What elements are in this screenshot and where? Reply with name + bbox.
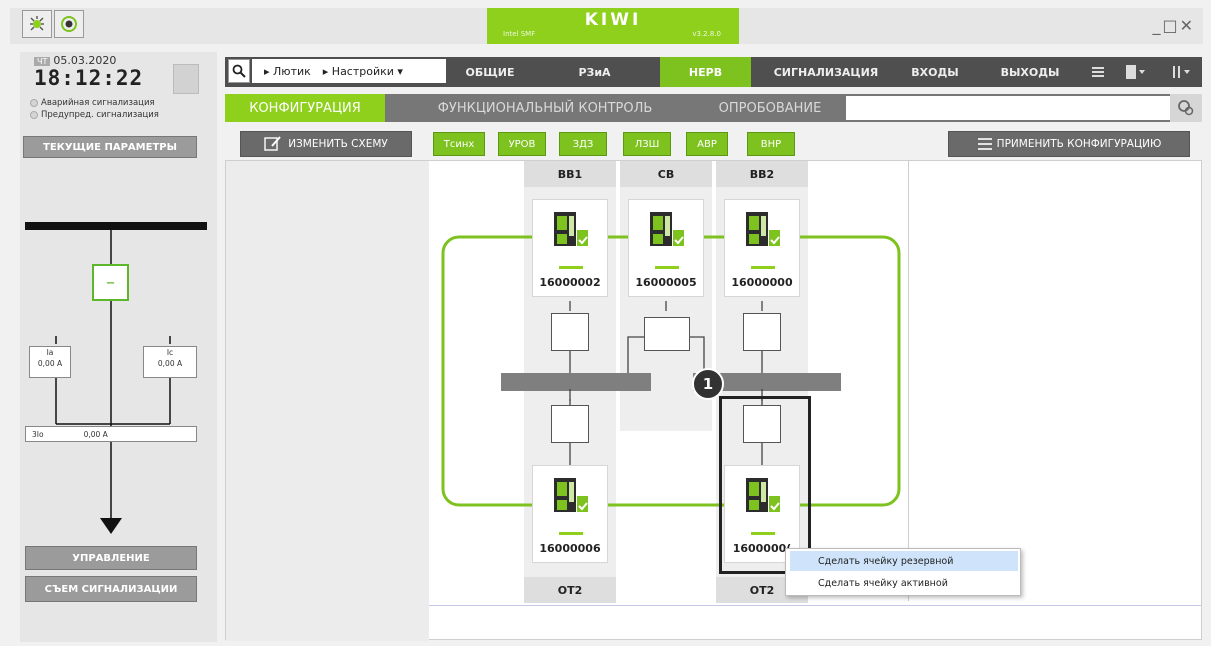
scheme-divider (908, 161, 909, 601)
measure-ia-value: 0,00 A (37, 359, 63, 368)
app-logo: KIWI Intel SMF v3.2.8.0 (487, 8, 739, 44)
func-avr-button[interactable]: АВР (686, 132, 728, 156)
measure-3io-value: 0,00 A (83, 429, 108, 439)
breadcrumb-item-settings[interactable]: ▸ Настройки ▾ (323, 65, 403, 78)
column-vv1-footer: ОТ2 (524, 577, 616, 603)
func-tsinh-button[interactable]: Тсинх (433, 132, 485, 156)
breadcrumb-item-device[interactable]: ▸ Лютик (264, 65, 311, 78)
context-menu: Сделать ячейку резервной Сделать ячейку … (785, 548, 1021, 596)
tab-nerv[interactable]: НЕРВ (660, 57, 751, 87)
apply-config-button[interactable]: ПРИМЕНИТЬ КОНФИГУРАЦИЮ (948, 131, 1190, 157)
alarm-emergency-label: Аварийная сигнализация (41, 98, 155, 108)
reset-alarm-button[interactable]: СЪЕМ СИГНАЛИЗАЦИИ (25, 576, 197, 602)
record-icon[interactable] (54, 10, 84, 38)
relay-device-icon (746, 212, 780, 246)
tab-outputs[interactable]: ВЫХОДЫ (985, 57, 1075, 87)
device-status-bar (559, 532, 583, 535)
measure-ic: Ic 0,00 A (143, 346, 197, 378)
sub-tabs-filler (846, 96, 1170, 120)
edit-scheme-button[interactable]: ИЗМЕНИТЬ СХЕМУ (240, 131, 412, 157)
tab-inputs[interactable]: ВХОДЫ (895, 57, 975, 87)
measure-3io-label: 3Io (32, 429, 44, 439)
device-status-bar (655, 266, 679, 269)
device-card-ot2-1[interactable]: 16000006 (532, 465, 608, 563)
relay-device-icon (554, 212, 588, 246)
column-vv2-header: ВВ2 (716, 161, 808, 187)
device-id: 16000002 (539, 276, 601, 289)
tab-rza[interactable]: РЗиА (547, 57, 642, 87)
scheme-bottom-rule (429, 605, 1201, 606)
scheme-area: ВВ1 СВ ВВ2 16000002 16000005 16000000 16… (225, 160, 1202, 641)
title-bar: KIWI Intel SMF v3.2.8.0 _□✕ (10, 8, 1203, 44)
apply-list-icon (977, 138, 992, 150)
tab-signaling[interactable]: СИГНАЛИЗАЦИЯ (761, 57, 891, 87)
func-vnr-button[interactable]: ВНР (747, 132, 795, 156)
sort-icon[interactable] (1160, 57, 1200, 87)
device-id: 16000006 (539, 542, 601, 555)
kiwi-logo-icon[interactable] (22, 10, 52, 38)
search-button[interactable] (228, 59, 250, 83)
tab-testing[interactable]: ОПРОБОВАНИЕ (695, 94, 845, 122)
apply-config-label: ПРИМЕНИТЬ КОНФИГУРАЦИЮ (996, 138, 1162, 150)
menu-item-make-reserve[interactable]: Сделать ячейку резервной (790, 551, 1018, 571)
breadcrumb-settings-label: Настройки (331, 64, 394, 78)
breaker-vv1-bottom[interactable] (551, 405, 589, 443)
device-card-vv1[interactable]: 16000002 (532, 199, 608, 297)
breadcrumb-device-label: Лютик (273, 64, 311, 78)
edit-icon (264, 136, 281, 151)
app-subtitle: Intel SMF (503, 30, 536, 38)
breaker-vv1-top[interactable] (551, 313, 589, 351)
breaker-vv2-top[interactable] (743, 313, 781, 351)
tab-general[interactable]: ОБЩИЕ (450, 57, 530, 87)
alarm-emergency-led-icon (30, 99, 38, 107)
relay-device-icon (650, 212, 684, 246)
breaker-symbol[interactable]: – (92, 264, 129, 301)
left-panel: ЧТ 05.03.2020 18:12:22 Аварийная сигнализ… (20, 52, 217, 642)
func-zdz-button[interactable]: ЗДЗ (559, 132, 607, 156)
relay-device-icon (554, 478, 588, 512)
measure-ia-label: Ia (46, 348, 54, 357)
callout-badge: 1 (692, 368, 724, 400)
measure-3io: 3Io 0,00 A (25, 426, 197, 442)
app-title: KIWI (584, 10, 642, 30)
tab-configuration[interactable]: КОНФИГУРАЦИЯ (225, 94, 385, 122)
device-card-vv2[interactable]: 16000000 (724, 199, 800, 297)
control-button[interactable]: УПРАВЛЕНИЕ (25, 546, 197, 570)
column-vv1-header: ВВ1 (524, 161, 616, 187)
alarm-warning-led-icon (30, 111, 38, 119)
device-status-bar (559, 266, 583, 269)
measure-ia: Ia 0,00 A (29, 346, 71, 378)
device-id: 16000005 (635, 276, 697, 289)
indicator-block (173, 64, 199, 94)
day-of-week: ЧТ (34, 57, 51, 66)
alarm-warning-label: Предупред. сигнализация (41, 110, 159, 120)
func-lzsh-button[interactable]: ЛЗШ (623, 132, 671, 156)
column-sv-header: СВ (620, 161, 712, 187)
alarm-emergency: Аварийная сигнализация (30, 98, 155, 108)
clock: 18:12:22 (34, 66, 144, 90)
breadcrumb: ▸ Лютик ▸ Настройки ▾ (252, 59, 446, 83)
measure-ic-value: 0,00 A (157, 359, 183, 368)
device-card-sv[interactable]: 16000005 (628, 199, 704, 297)
alarm-warning: Предупред. сигнализация (30, 110, 159, 120)
sub-tabs: КОНФИГУРАЦИЯ ФУНКЦИОНАЛЬНЫЙ КОНТРОЛЬ ОПР… (225, 94, 1202, 122)
func-urov-button[interactable]: УРОВ (498, 132, 546, 156)
main-toolbar: ▸ Лютик ▸ Настройки ▾ ОБЩИЕ РЗиА НЕРВ СИ… (225, 57, 1202, 87)
document-icon[interactable] (1115, 57, 1155, 87)
measure-ic-label: Ic (166, 348, 174, 357)
menu-item-make-active[interactable]: Сделать ячейку активной (790, 573, 1018, 593)
scheme-left-column (226, 161, 429, 641)
breaker-sv[interactable] (644, 317, 690, 351)
wrench-icon[interactable] (1170, 94, 1202, 122)
device-id: 16000000 (731, 276, 793, 289)
app-version: v3.2.8.0 (692, 30, 721, 38)
list-icon[interactable] (1083, 57, 1113, 87)
search-icon (232, 64, 246, 78)
current-params-button[interactable]: ТЕКУЩИЕ ПАРАМЕТРЫ (23, 136, 197, 158)
device-status-bar (751, 266, 775, 269)
tab-functional-control[interactable]: ФУНКЦИОНАЛЬНЫЙ КОНТРОЛЬ (400, 94, 690, 122)
window-controls[interactable]: _□✕ (1152, 16, 1195, 35)
edit-scheme-label: ИЗМЕНИТЬ СХЕМУ (288, 138, 388, 150)
